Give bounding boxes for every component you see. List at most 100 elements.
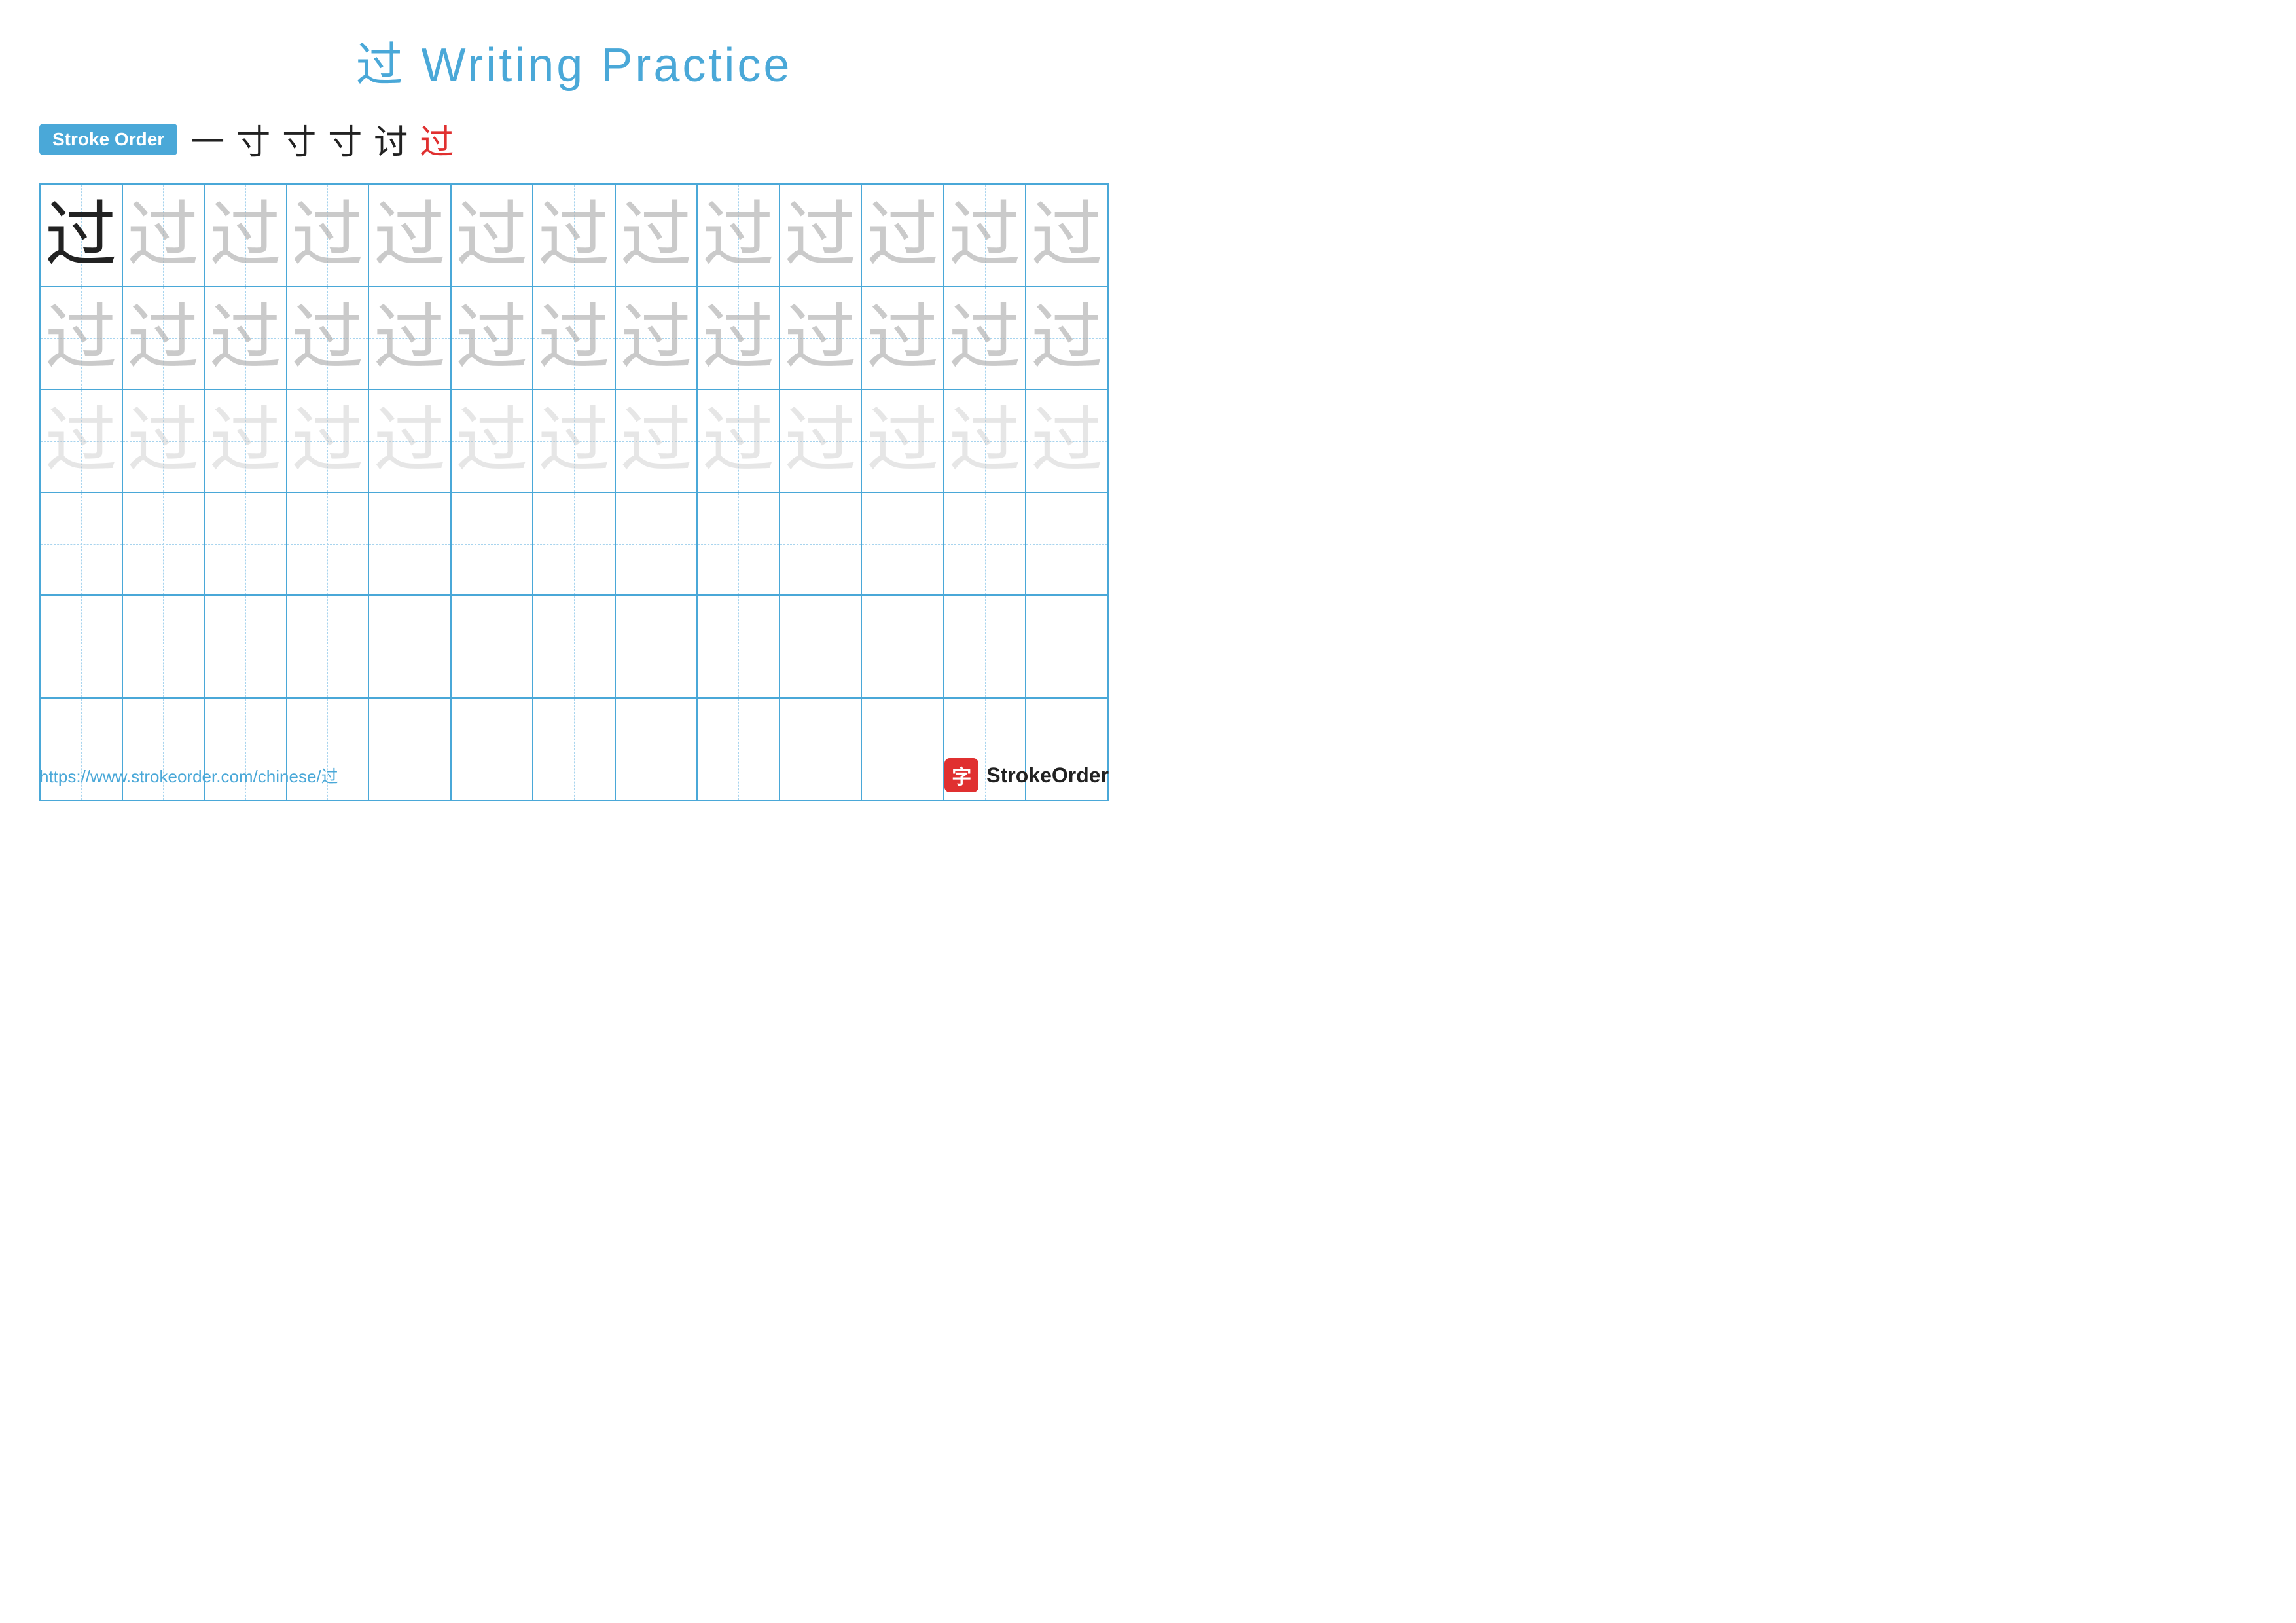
cell-4-7[interactable] (533, 493, 616, 594)
cell-3-8: 过 (616, 390, 698, 492)
cell-2-9: 过 (698, 287, 780, 389)
cell-2-4: 过 (287, 287, 370, 389)
cell-1-10: 过 (780, 185, 863, 286)
stroke-sequence: 一 寸 寸 寸 讨 过 (190, 115, 454, 164)
char-ghost-light: 过 (456, 405, 528, 477)
cell-5-4[interactable] (287, 596, 370, 697)
char-ghost: 过 (209, 200, 281, 272)
char-ghost: 过 (785, 302, 857, 374)
cell-4-12[interactable] (944, 493, 1027, 594)
cell-5-1[interactable] (41, 596, 123, 697)
char-ghost: 过 (456, 200, 528, 272)
cell-3-7: 过 (533, 390, 616, 492)
cell-1-4: 过 (287, 185, 370, 286)
title-text: Writing Practice (406, 39, 793, 92)
cell-4-6[interactable] (452, 493, 534, 594)
cell-5-13[interactable] (1026, 596, 1107, 697)
char-ghost-light: 过 (867, 405, 939, 477)
grid-row-5 (41, 596, 1107, 699)
char-ghost: 过 (702, 302, 774, 374)
cell-5-2[interactable] (123, 596, 206, 697)
cell-3-9: 过 (698, 390, 780, 492)
cell-4-8[interactable] (616, 493, 698, 594)
cell-5-10[interactable] (780, 596, 863, 697)
practice-grid: 过 过 过 过 过 过 过 过 过 (39, 183, 1109, 801)
cell-4-13[interactable] (1026, 493, 1107, 594)
grid-row-4 (41, 493, 1107, 596)
char-ghost: 过 (374, 302, 446, 374)
logo-icon: 字 (944, 758, 978, 792)
footer-url[interactable]: https://www.strokeorder.com/chinese/过 (39, 763, 338, 788)
cell-2-5: 过 (369, 287, 452, 389)
cell-5-3[interactable] (205, 596, 287, 697)
cell-3-5: 过 (369, 390, 452, 492)
stroke-6: 过 (420, 115, 454, 164)
cell-1-5: 过 (369, 185, 452, 286)
cell-2-13: 过 (1026, 287, 1107, 389)
char-ghost: 过 (949, 200, 1021, 272)
cell-2-2: 过 (123, 287, 206, 389)
cell-4-2[interactable] (123, 493, 206, 594)
cell-1-8: 过 (616, 185, 698, 286)
cell-5-7[interactable] (533, 596, 616, 697)
char-ghost: 过 (127, 302, 199, 374)
stroke-4: 寸 (328, 115, 362, 164)
grid-row-1: 过 过 过 过 过 过 过 过 过 (41, 185, 1107, 287)
cell-2-10: 过 (780, 287, 863, 389)
cell-3-11: 过 (862, 390, 944, 492)
cell-4-9[interactable] (698, 493, 780, 594)
cell-5-9[interactable] (698, 596, 780, 697)
char-ghost: 过 (867, 302, 939, 374)
footer-logo: 字 StrokeOrder (944, 758, 1109, 792)
stroke-order-badge: Stroke Order (39, 124, 177, 155)
char-ghost: 过 (45, 302, 117, 374)
cell-1-9: 过 (698, 185, 780, 286)
char-ghost-light: 过 (1031, 405, 1103, 477)
char-ghost-light: 过 (45, 405, 117, 477)
char-ghost: 过 (867, 200, 939, 272)
cell-3-3: 过 (205, 390, 287, 492)
cell-1-6: 过 (452, 185, 534, 286)
cell-4-5[interactable] (369, 493, 452, 594)
title-char: 过 (356, 39, 406, 92)
cell-2-8: 过 (616, 287, 698, 389)
page-title: 过 Writing Practice (39, 26, 1109, 95)
char-ghost-light: 过 (291, 405, 363, 477)
cell-4-10[interactable] (780, 493, 863, 594)
cell-4-4[interactable] (287, 493, 370, 594)
char-ghost: 过 (456, 302, 528, 374)
char-ghost: 过 (291, 302, 363, 374)
stroke-5: 讨 (374, 115, 408, 164)
stroke-1: 一 (190, 115, 224, 164)
char-ghost: 过 (538, 200, 610, 272)
cell-4-3[interactable] (205, 493, 287, 594)
char-ghost: 过 (620, 302, 692, 374)
cell-1-12: 过 (944, 185, 1027, 286)
cell-5-8[interactable] (616, 596, 698, 697)
char-ghost-light: 过 (374, 405, 446, 477)
cell-4-1[interactable] (41, 493, 123, 594)
cell-3-1: 过 (41, 390, 123, 492)
cell-4-11[interactable] (862, 493, 944, 594)
char-ghost-light: 过 (949, 405, 1021, 477)
cell-2-6: 过 (452, 287, 534, 389)
char-ghost: 过 (620, 200, 692, 272)
cell-2-3: 过 (205, 287, 287, 389)
cell-5-11[interactable] (862, 596, 944, 697)
char-ghost: 过 (538, 302, 610, 374)
char-ghost: 过 (209, 302, 281, 374)
char-ghost: 过 (702, 200, 774, 272)
footer: https://www.strokeorder.com/chinese/过 字 … (39, 758, 1109, 792)
cell-3-12: 过 (944, 390, 1027, 492)
grid-row-2: 过 过 过 过 过 过 过 过 过 (41, 287, 1107, 390)
char-ghost-light: 过 (785, 405, 857, 477)
cell-5-12[interactable] (944, 596, 1027, 697)
cell-5-5[interactable] (369, 596, 452, 697)
char-ghost-light: 过 (538, 405, 610, 477)
cell-3-4: 过 (287, 390, 370, 492)
cell-3-13: 过 (1026, 390, 1107, 492)
char-ghost: 过 (1031, 302, 1103, 374)
cell-2-7: 过 (533, 287, 616, 389)
cell-5-6[interactable] (452, 596, 534, 697)
cell-3-10: 过 (780, 390, 863, 492)
